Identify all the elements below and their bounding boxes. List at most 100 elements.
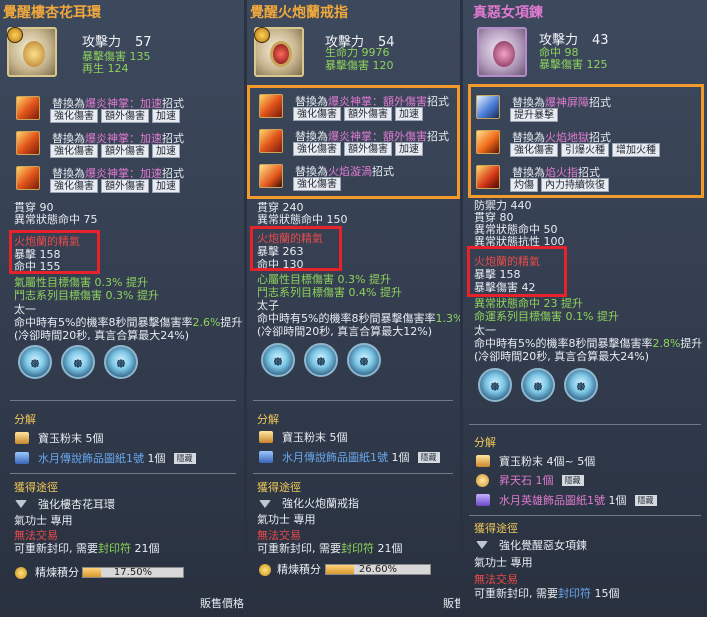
fire-palm-skill-icon bbox=[16, 131, 40, 155]
essence-highlight-box bbox=[250, 226, 342, 271]
socket-gem-icon[interactable]: ᪥ bbox=[104, 345, 138, 379]
stat-line: 異常狀態命中 150 bbox=[257, 213, 348, 226]
item-tooltip-earring: 覺醒樓杏花耳環 攻擊力 57 暴擊傷害 135 再生 124 替換為爆炎神掌：加速… bbox=[0, 0, 244, 617]
refine-coin-icon bbox=[15, 567, 27, 579]
socket-gem-icon[interactable]: ᪥ bbox=[347, 343, 381, 377]
item-title: 覺醒火炮蘭戒指 bbox=[250, 5, 348, 21]
anvil-icon bbox=[476, 541, 488, 549]
material-line: 水月英雄飾品圖紙1號 1個 隱藏 bbox=[499, 494, 657, 507]
skill-option-button[interactable]: 額外傷害 bbox=[101, 109, 149, 123]
skill-option-button[interactable]: 灼傷 bbox=[510, 178, 538, 192]
divider bbox=[469, 515, 701, 516]
skill-option-button[interactable]: 額外傷害 bbox=[101, 144, 149, 158]
item-title: 真惡女項鍊 bbox=[473, 5, 543, 21]
fire-finger-skill-icon bbox=[476, 165, 500, 189]
necklace-pendant-icon bbox=[493, 41, 515, 67]
socket-gem-icon[interactable]: ᪥ bbox=[18, 345, 52, 379]
jade-powder-icon bbox=[259, 431, 273, 443]
sub-stat-1: 生命力 9976 bbox=[325, 46, 390, 59]
skill-option-button[interactable]: 加速 bbox=[152, 179, 180, 193]
sell-price-label: 販售 bbox=[443, 597, 460, 610]
skill-option-button[interactable]: 強化傷害 bbox=[293, 107, 341, 121]
socket-gem-icon[interactable]: ᪥ bbox=[304, 343, 338, 377]
obtain-line: 強化火炮蘭戒指 bbox=[282, 497, 359, 510]
blueprint-icon bbox=[476, 494, 490, 506]
refine-label: 精煉積分 bbox=[277, 563, 321, 576]
skill-option-button[interactable]: 強化傷害 bbox=[50, 144, 98, 158]
skill-option-button[interactable]: 加速 bbox=[152, 144, 180, 158]
socket-gem-icon[interactable]: ᪥ bbox=[478, 368, 512, 402]
bonus-line: 鬥志系列目標傷害 0.4% 提升 bbox=[257, 286, 402, 299]
skill-option-button[interactable]: 提升暴擊 bbox=[510, 108, 558, 122]
essence-highlight-box bbox=[9, 230, 100, 274]
obtain-line: 強化樓杏花耳環 bbox=[38, 498, 115, 511]
earring-gem-icon bbox=[23, 41, 45, 67]
effect-cooldown: (冷卻時間20秒, 真言合算最大24%) bbox=[14, 329, 190, 342]
class-requirement: 氣功士 專用 bbox=[474, 556, 533, 569]
socket-gem-icon[interactable]: ᪥ bbox=[564, 368, 598, 402]
material-line: 寶玉粉末 4個~ 5個 bbox=[499, 455, 596, 468]
skill-option-button[interactable]: 額外傷害 bbox=[344, 142, 392, 156]
sell-price-label: 販售價格 bbox=[200, 597, 244, 610]
skill-option-button[interactable]: 增加火種 bbox=[612, 143, 660, 157]
blueprint-icon bbox=[15, 452, 29, 464]
material-line: 寶玉粉末 5個 bbox=[38, 432, 104, 445]
bonus-line: 鬥志系列目標傷害 0.3% 提升 bbox=[14, 289, 159, 302]
skill-option-button[interactable]: 強化傷害 bbox=[293, 177, 341, 191]
class-requirement: 氣功士 專用 bbox=[257, 513, 316, 526]
hidden-badge: 隱藏 bbox=[417, 452, 440, 463]
refine-percent: 17.50% bbox=[113, 567, 153, 578]
attack-value: 57 bbox=[135, 35, 152, 50]
reseal-line: 可重新封印, 需要封印符 15個 bbox=[474, 587, 620, 600]
refine-percent: 26.60% bbox=[358, 564, 398, 575]
essence-highlight-box bbox=[467, 246, 567, 297]
decompose-label: 分解 bbox=[474, 436, 496, 449]
skill-option-button[interactable]: 加速 bbox=[395, 107, 423, 121]
material-line: 寶玉粉末 5個 bbox=[282, 431, 348, 444]
barrier-skill-icon bbox=[476, 95, 500, 119]
fire-palm-skill-icon bbox=[259, 129, 283, 153]
blueprint-icon bbox=[259, 451, 273, 463]
hidden-badge: 隱藏 bbox=[561, 475, 584, 486]
skill-option-button[interactable]: 額外傷害 bbox=[101, 179, 149, 193]
stat-line: 異常狀態命中 23 提升 bbox=[474, 297, 583, 310]
effect-line: 命中時有5%的機率8秒間暴擊傷害率2.8%提升 bbox=[474, 337, 703, 350]
skill-option-button[interactable]: 強化傷害 bbox=[50, 179, 98, 193]
socket-gem-icon[interactable]: ᪥ bbox=[61, 345, 95, 379]
skill-option-button[interactable]: 強化傷害 bbox=[293, 142, 341, 156]
fire-palm-skill-icon bbox=[16, 166, 40, 190]
socket-gem-icon[interactable]: ᪥ bbox=[261, 343, 295, 377]
anvil-icon bbox=[259, 500, 271, 508]
skill-option-button[interactable]: 內力持續恢復 bbox=[541, 178, 609, 192]
skill-option-button[interactable]: 加速 bbox=[152, 109, 180, 123]
sub-stat-2: 再生 124 bbox=[82, 62, 129, 75]
hidden-badge: 隱藏 bbox=[634, 495, 657, 506]
reseal-line: 可重新封印, 需要封印符 21個 bbox=[14, 542, 160, 555]
effect-line: 命中時有5%的機率8秒間暴擊傷害率1.3%提升 bbox=[257, 312, 460, 325]
skill-option-button[interactable]: 強化傷害 bbox=[510, 143, 558, 157]
gold-tag-icon bbox=[254, 27, 270, 43]
obtain-label: 獲得途徑 bbox=[474, 522, 518, 535]
skill-option-button[interactable]: 引爆火種 bbox=[561, 143, 609, 157]
hidden-badge: 隱藏 bbox=[173, 453, 196, 464]
set-name: 太一 bbox=[474, 324, 496, 337]
skill-option-button[interactable]: 加速 bbox=[395, 142, 423, 156]
attack-label: 攻擊力 bbox=[82, 35, 122, 50]
fire-vortex-skill-icon bbox=[259, 164, 283, 188]
obtain-line: 強化覺醒惡女項鍊 bbox=[499, 539, 587, 552]
no-trade-label: 無法交易 bbox=[257, 529, 301, 542]
skill-option-button[interactable]: 額外傷害 bbox=[344, 107, 392, 121]
divider bbox=[469, 424, 701, 425]
ascension-stone-icon bbox=[476, 474, 489, 487]
anvil-icon bbox=[15, 500, 27, 508]
material-line: 昇天石 1個 隱藏 bbox=[499, 474, 584, 487]
no-trade-label: 無法交易 bbox=[14, 529, 58, 542]
divider bbox=[10, 473, 236, 474]
socket-gem-icon[interactable]: ᪥ bbox=[521, 368, 555, 402]
ring-gem-icon bbox=[270, 41, 292, 67]
bonus-line: 命運系列目標傷害 0.1% 提升 bbox=[474, 310, 619, 323]
skill-option-button[interactable]: 強化傷害 bbox=[50, 109, 98, 123]
gold-tag-icon bbox=[7, 27, 23, 43]
effect-cooldown: (冷卻時間20秒, 真言合算最大24%) bbox=[474, 350, 650, 363]
fire-palm-skill-icon bbox=[16, 96, 40, 120]
